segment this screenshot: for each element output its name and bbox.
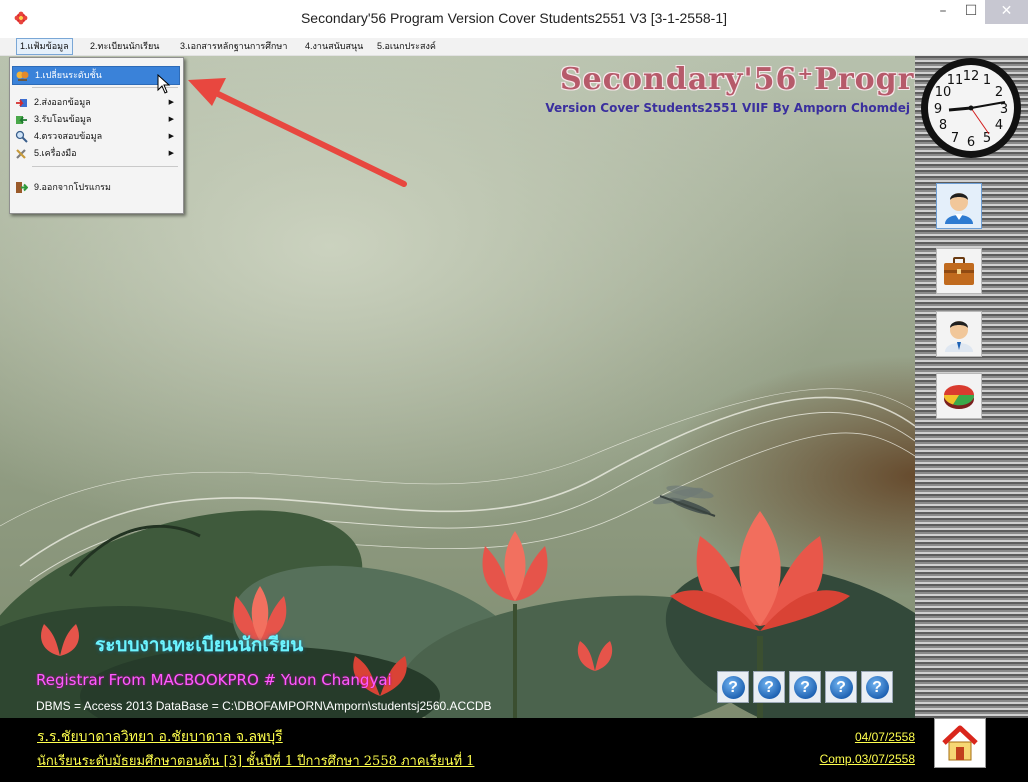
help-button-1[interactable]: ?	[717, 671, 749, 703]
registrar-info: Registrar From MACBOOKPRO # Yuon Changya…	[36, 671, 392, 689]
close-button[interactable]: ✕	[985, 0, 1028, 24]
student-icon	[945, 193, 973, 224]
teacher-button[interactable]	[936, 311, 982, 357]
briefcase-button[interactable]	[936, 248, 982, 294]
help-icon: ?	[757, 675, 781, 699]
clock-number: 9	[934, 102, 942, 117]
help-button-4[interactable]: ?	[825, 671, 857, 703]
menu-file[interactable]: 1.แฟ้มข้อมูล	[16, 38, 73, 55]
submenu-arrow-icon: ▶	[168, 99, 174, 106]
menu-item-label: 2.ส่งออกข้อมูล	[34, 97, 91, 107]
clock-number: 7	[951, 131, 959, 146]
teacher-icon	[945, 321, 973, 352]
help-icon: ?	[793, 675, 817, 699]
change-level-icon	[16, 71, 29, 81]
help-button-2[interactable]: ?	[753, 671, 785, 703]
import-icon	[16, 116, 27, 124]
menu-item-label: 3.รับโอนข้อมูล	[34, 114, 92, 124]
help-icon: ?	[829, 675, 853, 699]
title-bar: Secondary'56 Program Version Cover Stude…	[0, 0, 1028, 39]
help-button-row: ? ? ? ? ?	[717, 671, 893, 705]
maximize-button[interactable]: ☐	[957, 0, 985, 24]
help-icon: ?	[865, 675, 889, 699]
home-button[interactable]	[934, 718, 986, 768]
help-button-3[interactable]: ?	[789, 671, 821, 703]
home-icon	[942, 725, 978, 761]
menu-item-export[interactable]: 2.ส่งออกข้อมูล ▶	[12, 94, 180, 111]
clock-number: 12	[963, 69, 980, 84]
inspect-icon	[15, 130, 28, 143]
student-button[interactable]	[936, 183, 982, 229]
submenu-arrow-icon: ▶	[168, 133, 174, 140]
database-path: DBMS = Access 2013 DataBase = C:\DBOFAMP…	[36, 699, 492, 713]
menu-item-inspect[interactable]: 4.ตรวจสอบข้อมูล ▶	[12, 128, 180, 145]
menu-item-import[interactable]: 3.รับโอนข้อมูล ▶	[12, 111, 180, 128]
school-name: ร.ร.ชัยบาดาลวิทยา อ.ชัยบาดาล จ.ลพบุรี	[37, 729, 283, 745]
menu-item-exit[interactable]: 9.ออกจากโปรแกรม	[12, 179, 180, 196]
minimize-button[interactable]: –	[929, 0, 957, 24]
clock-number: 5	[983, 131, 991, 146]
window-title: Secondary'56 Program Version Cover Stude…	[300, 10, 728, 26]
menu-item-label: 1.เปลี่ยนระดับชั้น	[35, 70, 102, 80]
menu-item-label: 9.ออกจากโปรแกรม	[34, 182, 111, 192]
clock-number: 11	[947, 73, 964, 88]
clock-number: 8	[939, 118, 947, 133]
clock-number: 4	[995, 118, 1003, 133]
export-icon	[16, 99, 27, 107]
menu-item-change-level[interactable]: 1.เปลี่ยนระดับชั้น	[12, 66, 180, 85]
computer-date: Comp.03/07/2558	[819, 752, 915, 766]
help-button-5[interactable]: ?	[861, 671, 893, 703]
menu-support[interactable]: 4.งานสนับสนุน	[302, 39, 366, 54]
clock-number: 2	[995, 85, 1003, 100]
briefcase-icon	[944, 257, 974, 285]
mouse-cursor-icon	[157, 74, 171, 94]
program-logo-subtitle: Version Cover Students2551 VIIF By Ampor…	[545, 101, 910, 115]
clock-number: 6	[967, 135, 975, 150]
menu-student-registry[interactable]: 2.ทะเบียนนักเรียน	[87, 39, 162, 54]
exit-icon	[16, 182, 28, 193]
submenu-arrow-icon: ▶	[168, 116, 174, 123]
menu-documents[interactable]: 3.เอกสารหลักฐานการศึกษา	[177, 39, 290, 54]
clock-icon: 12 1 2 3 4 5 6 7 8 9 10 11	[921, 58, 1021, 158]
menu-item-label: 4.ตรวจสอบข้อมูล	[34, 131, 103, 141]
help-icon: ?	[721, 675, 745, 699]
status-bar: ร.ร.ชัยบาดาลวิทยา อ.ชัยบาดาล จ.ลพบุรี 04…	[0, 718, 1028, 782]
statistics-button[interactable]	[936, 373, 982, 419]
clock-number: 1	[983, 73, 991, 88]
menu-separator	[32, 166, 178, 167]
menu-item-tools[interactable]: 5.เครื่องมือ ▶	[12, 145, 180, 162]
menu-utilities[interactable]: 5.อเนกประสงค์	[374, 39, 439, 54]
dragonfly	[652, 485, 716, 517]
class-level-info: นักเรียนระดับมัธยมศึกษาตอนต้น [3] ชั้นปี…	[37, 754, 475, 769]
tools-icon	[16, 149, 26, 159]
clock-number: 3	[1000, 102, 1008, 117]
menu-bar: 1.แฟ้มข้อมูล 2.ทะเบียนนักเรียน 3.เอกสารห…	[0, 38, 1028, 56]
submenu-arrow-icon: ▶	[168, 150, 174, 157]
system-name: ระบบงานทะเบียนนักเรียน	[95, 634, 304, 656]
program-logo-title: Secondary'56⁺Program	[560, 62, 915, 97]
pie-chart-icon	[943, 385, 975, 409]
menu-item-label: 5.เครื่องมือ	[34, 148, 77, 158]
current-date: 04/07/2558	[854, 730, 915, 744]
